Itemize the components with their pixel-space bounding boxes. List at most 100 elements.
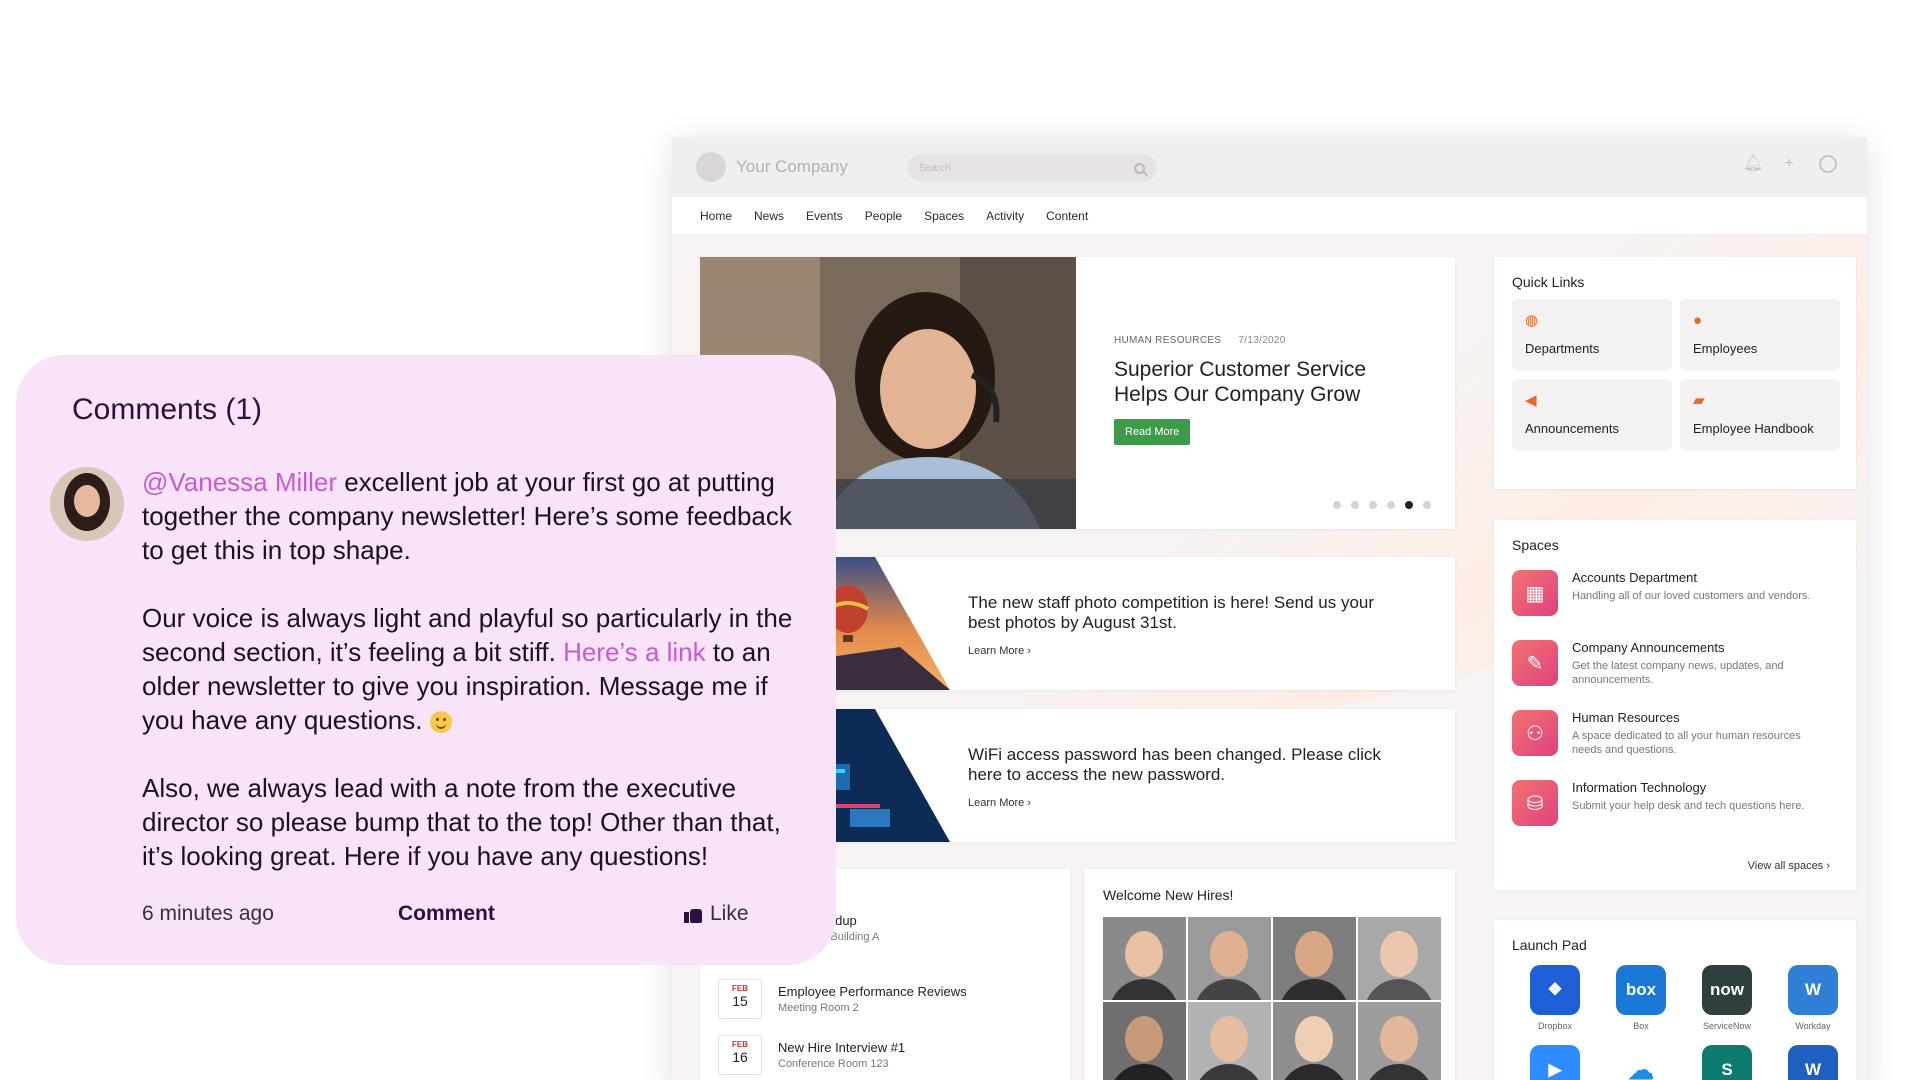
intranet-app-window: Your Company Search 🔔︎ + Home News Event… (672, 137, 1867, 1080)
comment-paragraph: @Vanessa Miller excellent job at your fi… (142, 465, 812, 567)
launch-pad-card: Launch Pad ❖ Dropbox box Box now Service… (1494, 920, 1856, 1080)
nav-spaces[interactable]: Spaces (924, 209, 964, 223)
view-all-spaces-link[interactable]: View all spaces › (1748, 860, 1830, 872)
nav-home[interactable]: Home (700, 209, 732, 223)
event-month: FEB (732, 1040, 748, 1049)
app-onedrive[interactable]: ☁ (1598, 1045, 1684, 1080)
quick-link-employee-handbook[interactable]: ▰ Employee Handbook (1680, 379, 1840, 451)
quick-link-announcements[interactable]: ◀ Announcements (1512, 379, 1672, 451)
event-name[interactable]: New Hire Interview #1 (778, 1040, 905, 1055)
app-name: ServiceNow (1702, 1021, 1751, 1031)
app-workday[interactable]: W Workday (1770, 965, 1856, 1031)
new-hire-photo[interactable] (1273, 1002, 1356, 1080)
event-month: FEB (732, 984, 748, 993)
nav-activity[interactable]: Activity (986, 209, 1024, 223)
learn-more-link[interactable]: Learn More › (968, 645, 1031, 657)
space-item[interactable]: ✎ Company Announcements Get the latest c… (1512, 640, 1842, 687)
event-name[interactable]: Employee Performance Reviews (778, 984, 967, 999)
quick-links-title: Quick Links (1512, 274, 1585, 290)
app-sharepoint[interactable]: S (1684, 1045, 1770, 1080)
calendar-badge: FEB 15 (718, 979, 762, 1019)
quick-link-label: Employee Handbook (1693, 421, 1814, 436)
search-input[interactable]: Search (907, 154, 1157, 182)
like-label: Like (710, 902, 749, 925)
quick-link-label: Employees (1693, 341, 1758, 356)
cloud-icon: ☁ (1616, 1045, 1666, 1080)
space-description: Handling all of our loved customers and … (1572, 590, 1811, 602)
quick-link-employees[interactable]: ● Employees (1680, 299, 1840, 371)
company-name[interactable]: Your Company (736, 157, 848, 177)
new-hire-photo[interactable] (1358, 917, 1441, 1000)
carousel-dot[interactable] (1387, 501, 1395, 509)
app-servicenow[interactable]: now ServiceNow (1684, 965, 1770, 1031)
comment-paragraph: Our voice is always light and playful so… (142, 601, 812, 737)
top-icons: 🔔︎ + (1743, 155, 1837, 173)
carousel-dot[interactable] (1351, 501, 1359, 509)
space-name[interactable]: Information Technology (1572, 780, 1822, 795)
pen-icon: ✎ (1512, 640, 1558, 686)
quick-link-departments[interactable]: ◍ Departments (1512, 299, 1672, 371)
new-hire-photo[interactable] (1103, 1002, 1186, 1080)
servicenow-icon: now (1702, 965, 1752, 1015)
bell-icon[interactable]: 🔔︎ (1743, 156, 1763, 172)
space-item[interactable]: ▦ Accounts Department Handling all of ou… (1512, 570, 1842, 616)
app-dropbox[interactable]: ❖ Dropbox (1512, 965, 1598, 1031)
launch-pad-title: Launch Pad (1512, 937, 1587, 953)
carousel-dots (1333, 501, 1431, 509)
carousel-dot[interactable] (1369, 501, 1377, 509)
carousel-dot[interactable] (1333, 501, 1341, 509)
space-description: Submit your help desk and tech questions… (1572, 800, 1805, 812)
new-hires-grid (1103, 917, 1441, 1080)
space-item[interactable]: ⛁ Information Technology Submit your hel… (1512, 780, 1842, 826)
space-name[interactable]: Human Resources (1572, 710, 1822, 725)
event-row[interactable]: FEB 16 New Hire Interview #1 Conference … (718, 1035, 905, 1075)
person-icon: ● (1693, 312, 1703, 329)
nav-news[interactable]: News (754, 209, 784, 223)
new-hire-photo[interactable] (1358, 1002, 1441, 1080)
company-logo[interactable] (696, 152, 726, 182)
user-mention[interactable]: @Vanessa Miller (142, 467, 337, 497)
search-icon[interactable] (1134, 162, 1145, 174)
commenter-avatar[interactable] (50, 467, 124, 541)
nav-events[interactable]: Events (806, 209, 843, 223)
org-chart-icon: ⚇ (1512, 710, 1558, 756)
comment-timestamp: 6 minutes ago (142, 902, 274, 925)
nav-content[interactable]: Content (1046, 209, 1088, 223)
spaces-card: Spaces ▦ Accounts Department Handling al… (1494, 520, 1856, 890)
plus-icon[interactable]: + (1781, 156, 1797, 172)
news-text[interactable]: The new staff photo competition is here!… (968, 593, 1408, 633)
news-text[interactable]: WiFi access password has been changed. P… (968, 745, 1408, 785)
event-day: 15 (732, 993, 748, 1009)
comment-text: Also, we always lead with a note from th… (142, 773, 781, 871)
new-hire-photo[interactable] (1103, 917, 1186, 1000)
dropbox-icon: ❖ (1530, 965, 1580, 1015)
comment-link[interactable]: Here’s a link (563, 637, 706, 667)
top-bar: Your Company Search 🔔︎ + (672, 137, 1867, 197)
calendar-badge: FEB 16 (718, 1035, 762, 1075)
nav-people[interactable]: People (865, 209, 902, 223)
app-name: Workday (1795, 1021, 1831, 1031)
user-avatar-icon[interactable] (1819, 155, 1837, 173)
book-icon: ▰ (1693, 392, 1705, 409)
comment-button[interactable]: Comment (398, 902, 495, 926)
new-hire-photo[interactable] (1273, 917, 1356, 1000)
app-word[interactable]: W (1770, 1045, 1856, 1080)
like-button[interactable]: Like (684, 902, 749, 926)
quick-link-label: Departments (1525, 341, 1600, 356)
carousel-dot-active[interactable] (1405, 501, 1413, 509)
new-hire-photo[interactable] (1188, 1002, 1271, 1080)
hero-title[interactable]: Superior Customer Service Helps Our Comp… (1114, 357, 1414, 407)
space-item[interactable]: ⚇ Human Resources A space dedicated to a… (1512, 710, 1842, 757)
event-row[interactable]: FEB 15 Employee Performance Reviews Meet… (718, 979, 967, 1019)
app-name: Box (1633, 1021, 1649, 1031)
space-name[interactable]: Company Announcements (1572, 640, 1822, 655)
space-name[interactable]: Accounts Department (1572, 570, 1822, 585)
app-box[interactable]: box Box (1598, 965, 1684, 1031)
comments-panel: Comments (1) @Vanessa Miller excellent j… (16, 355, 836, 965)
read-more-button[interactable]: Read More (1114, 419, 1191, 445)
new-hire-photo[interactable] (1188, 917, 1271, 1000)
comments-title: Comments (1) (72, 393, 263, 426)
learn-more-link[interactable]: Learn More › (968, 797, 1031, 809)
app-zoom[interactable]: ▶ (1512, 1045, 1598, 1080)
carousel-dot[interactable] (1423, 501, 1431, 509)
